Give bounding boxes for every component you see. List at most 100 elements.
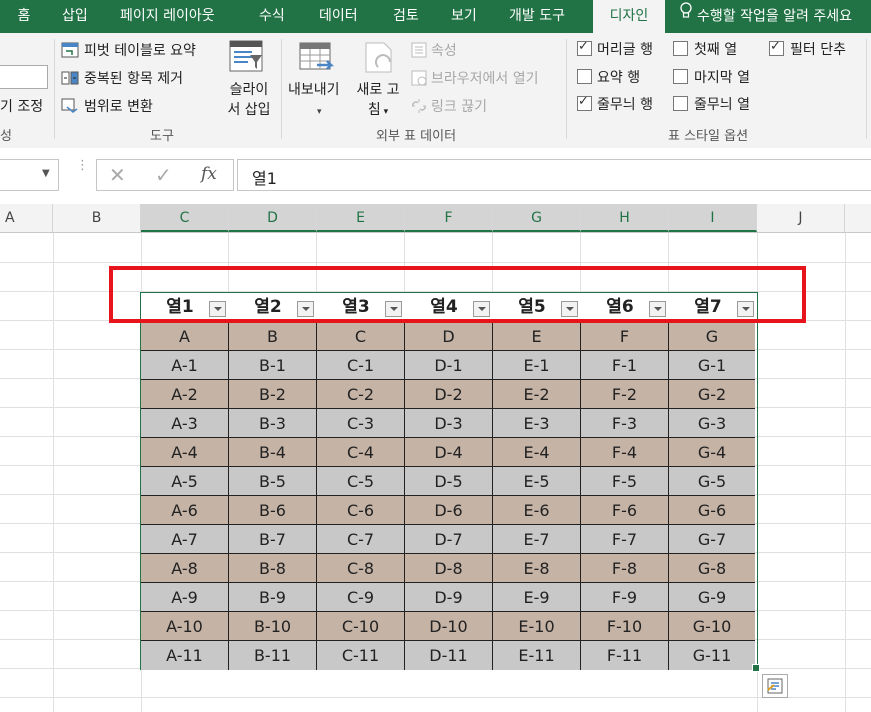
table-cell-f-3[interactable]: F-3 (581, 409, 669, 438)
table-cell-e-1[interactable]: E-1 (493, 351, 581, 380)
table-cell-a-7[interactable]: A-7 (141, 525, 229, 554)
table-cell-d-11[interactable]: D-11 (405, 641, 493, 670)
table-cell-g-0[interactable]: G (669, 322, 755, 351)
table-cell-e-7[interactable]: E-7 (493, 525, 581, 554)
table-cell-c-1[interactable]: C-1 (317, 351, 405, 380)
column-header-d[interactable]: D (229, 204, 317, 232)
table-cell-b-6[interactable]: B-6 (229, 496, 317, 525)
tab-developer[interactable]: 개발 도구 (509, 0, 565, 33)
table-cell-a-1[interactable]: A-1 (141, 351, 229, 380)
tab-insert[interactable]: 삽입 (62, 0, 88, 33)
table-cell-b-1[interactable]: B-1 (229, 351, 317, 380)
table-cell-a-9[interactable]: A-9 (141, 583, 229, 612)
tab-data[interactable]: 데이터 (319, 0, 358, 33)
table-cell-f-0[interactable]: F (581, 322, 669, 351)
table-cell-g-7[interactable]: G-7 (669, 525, 755, 554)
table-cell-g-2[interactable]: G-2 (669, 380, 755, 409)
cancel-icon[interactable]: ✕ (109, 163, 126, 187)
table-cell-a-10[interactable]: A-10 (141, 612, 229, 641)
convert-to-range-button[interactable]: 범위로 변환 (84, 96, 153, 116)
table-cell-c-9[interactable]: C-9 (317, 583, 405, 612)
tab-home[interactable]: 홈 (8, 0, 40, 33)
table-cell-f-5[interactable]: F-5 (581, 467, 669, 496)
table-cell-a-11[interactable]: A-11 (141, 641, 229, 670)
table-cell-e-6[interactable]: E-6 (493, 496, 581, 525)
table-cell-a-6[interactable]: A-6 (141, 496, 229, 525)
table-cell-d-5[interactable]: D-5 (405, 467, 493, 496)
table-cell-c-0[interactable]: C (317, 322, 405, 351)
export-button[interactable]: 내보내기 (288, 79, 340, 99)
table-cell-d-2[interactable]: D-2 (405, 380, 493, 409)
tab-design[interactable]: 디자인 (593, 0, 665, 33)
table-cell-f-10[interactable]: F-10 (581, 612, 669, 641)
table-cell-b-5[interactable]: B-5 (229, 467, 317, 496)
table-cell-e-11[interactable]: E-11 (493, 641, 581, 670)
table-cell-b-8[interactable]: B-8 (229, 554, 317, 583)
table-cell-a-0[interactable]: A (141, 322, 229, 351)
table-cell-f-2[interactable]: F-2 (581, 380, 669, 409)
table-cell-d-1[interactable]: D-1 (405, 351, 493, 380)
table-cell-e-10[interactable]: E-10 (493, 612, 581, 641)
table-cell-g-3[interactable]: G-3 (669, 409, 755, 438)
column-header-e[interactable]: E (317, 204, 405, 232)
table-cell-f-8[interactable]: F-8 (581, 554, 669, 583)
table-cell-g-1[interactable]: G-1 (669, 351, 755, 380)
banded-rows-label[interactable]: 줄무늬 행 (597, 94, 653, 114)
table-cell-d-8[interactable]: D-8 (405, 554, 493, 583)
table-resize-handle-icon[interactable] (752, 664, 760, 672)
table-cell-b-10[interactable]: B-10 (229, 612, 317, 641)
table-cell-g-9[interactable]: G-9 (669, 583, 755, 612)
table-cell-f-9[interactable]: F-9 (581, 583, 669, 612)
summarize-pivot-button[interactable]: 피벗 테이블로 요약 (84, 40, 196, 60)
table-cell-c-8[interactable]: C-8 (317, 554, 405, 583)
table-cell-c-10[interactable]: C-10 (317, 612, 405, 641)
insert-function-icon[interactable]: fx (201, 164, 217, 184)
table-cell-f-11[interactable]: F-11 (581, 641, 669, 670)
tab-page-layout[interactable]: 페이지 레이아웃 (120, 0, 215, 33)
table-cell-c-7[interactable]: C-7 (317, 525, 405, 554)
table-cell-e-4[interactable]: E-4 (493, 438, 581, 467)
column-header-g[interactable]: G (493, 204, 581, 232)
table-cell-g-10[interactable]: G-10 (669, 612, 755, 641)
table-cell-c-3[interactable]: C-3 (317, 409, 405, 438)
table-cell-b-0[interactable]: B (229, 322, 317, 351)
table-cell-e-5[interactable]: E-5 (493, 467, 581, 496)
banded-columns-label[interactable]: 줄무늬 열 (694, 94, 750, 114)
last-column-checkbox[interactable] (673, 69, 688, 84)
filter-button-label[interactable]: 필터 단추 (790, 39, 846, 59)
last-column-label[interactable]: 마지막 열 (694, 67, 750, 87)
table-cell-e-8[interactable]: E-8 (493, 554, 581, 583)
table-cell-b-2[interactable]: B-2 (229, 380, 317, 409)
refresh-button[interactable]: 새로 고 침 ▾ (352, 79, 404, 119)
table-cell-a-3[interactable]: A-3 (141, 409, 229, 438)
table-cell-b-4[interactable]: B-4 (229, 438, 317, 467)
export-chevron-icon[interactable]: ▾ (317, 107, 322, 117)
first-column-label[interactable]: 첫째 열 (694, 39, 737, 59)
insert-slicer-button[interactable]: 슬라이 서 삽입 (226, 79, 272, 119)
table-cell-e-3[interactable]: E-3 (493, 409, 581, 438)
tab-view[interactable]: 보기 (451, 0, 477, 33)
open-in-browser-button[interactable]: 브라우저에서 열기 (431, 68, 539, 88)
total-row-label[interactable]: 요약 행 (597, 67, 640, 87)
table-cell-e-2[interactable]: E-2 (493, 380, 581, 409)
table-cell-d-3[interactable]: D-3 (405, 409, 493, 438)
tab-review[interactable]: 검토 (393, 0, 419, 33)
tab-formulas[interactable]: 수식 (259, 0, 285, 33)
banded-rows-checkbox[interactable] (577, 94, 592, 111)
table-cell-f-6[interactable]: F-6 (581, 496, 669, 525)
quick-analysis-button[interactable] (762, 674, 788, 698)
enter-check-icon[interactable]: ✓ (155, 163, 172, 187)
table-cell-d-7[interactable]: D-7 (405, 525, 493, 554)
table-cell-d-0[interactable]: D (405, 322, 493, 351)
column-header-c[interactable]: C (141, 204, 229, 232)
table-cell-c-5[interactable]: C-5 (317, 467, 405, 496)
table-cell-c-2[interactable]: C-2 (317, 380, 405, 409)
header-row-checkbox[interactable] (577, 39, 592, 56)
filter-button-checkbox[interactable] (769, 39, 784, 56)
table-cell-a-4[interactable]: A-4 (141, 438, 229, 467)
column-header-i[interactable]: I (669, 204, 757, 232)
table-cell-d-6[interactable]: D-6 (405, 496, 493, 525)
remove-duplicates-button[interactable]: 중복된 항목 제거 (84, 68, 183, 88)
table-cell-b-3[interactable]: B-3 (229, 409, 317, 438)
column-header-h[interactable]: H (581, 204, 669, 232)
